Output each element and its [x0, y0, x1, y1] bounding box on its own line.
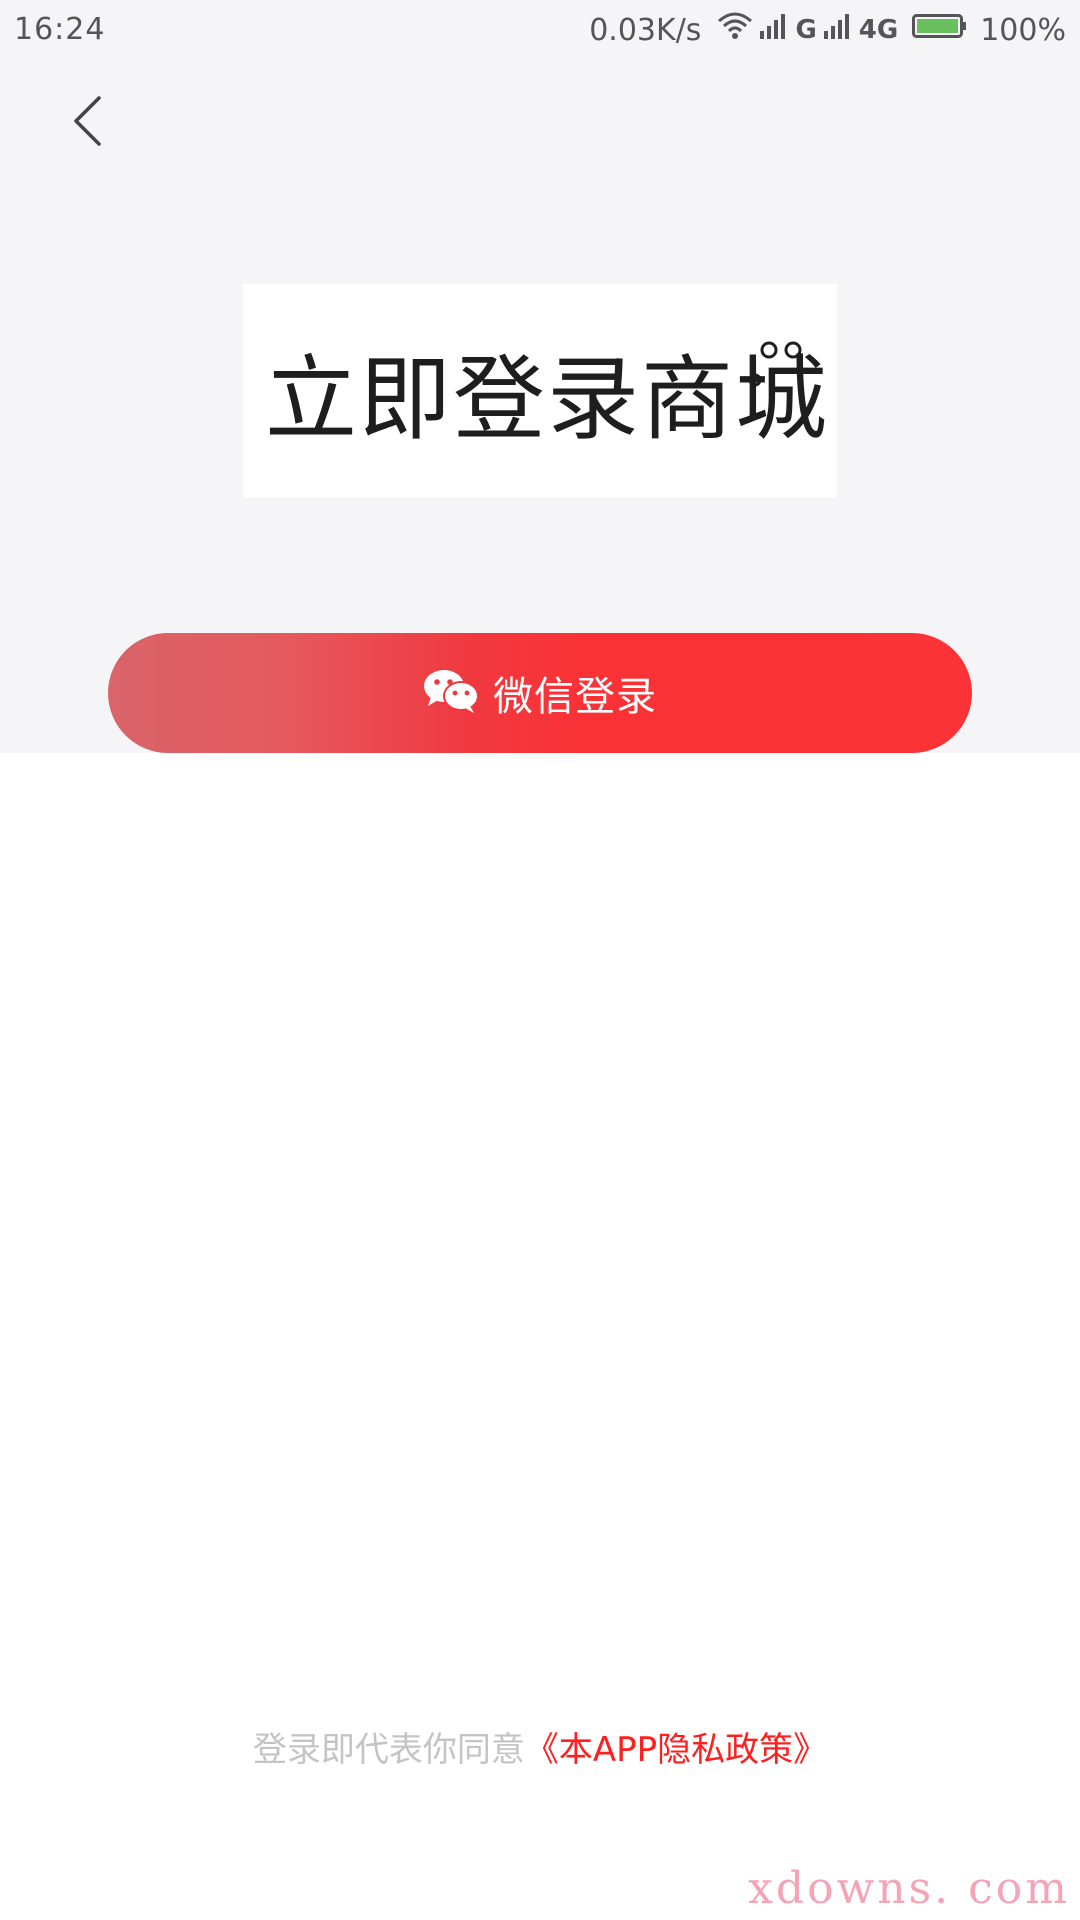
wifi-icon — [717, 11, 753, 49]
battery-percent: 100% — [980, 12, 1066, 48]
logo-banner: 立即登录商城 — [243, 284, 837, 498]
sim2-network-type: 4G — [858, 15, 899, 45]
wechat-login-button[interactable]: 微信登录 — [108, 633, 972, 753]
wechat-login-label: 微信登录 — [493, 674, 657, 720]
chevron-left-icon — [71, 95, 105, 151]
bubbles-icon — [748, 341, 802, 387]
status-time: 16:24 — [14, 12, 106, 47]
status-indicators: 0.03K/s G 4G 100% — [589, 10, 1066, 50]
signal-icon — [823, 11, 853, 49]
privacy-policy-link[interactable]: 《本APP隐私政策》 — [525, 1730, 827, 1770]
battery-icon — [912, 12, 968, 48]
agreement-text: 登录即代表你同意 — [252, 1730, 525, 1770]
watermark: xdowns. com — [748, 1863, 1070, 1914]
login-screen: 16:24 0.03K/s G 4G 100% 立即登录商城 微信登录 登录即代… — [0, 0, 1080, 1920]
back-button[interactable] — [60, 90, 116, 156]
sim1-network-type: G — [795, 15, 817, 45]
privacy-agreement: 登录即代表你同意《本APP隐私政策》 — [0, 1722, 1080, 1771]
wechat-icon — [423, 668, 479, 718]
status-bar: 16:24 0.03K/s G 4G 100% — [0, 0, 1080, 60]
signal-icon — [759, 11, 789, 49]
network-speed: 0.03K/s — [589, 12, 702, 48]
